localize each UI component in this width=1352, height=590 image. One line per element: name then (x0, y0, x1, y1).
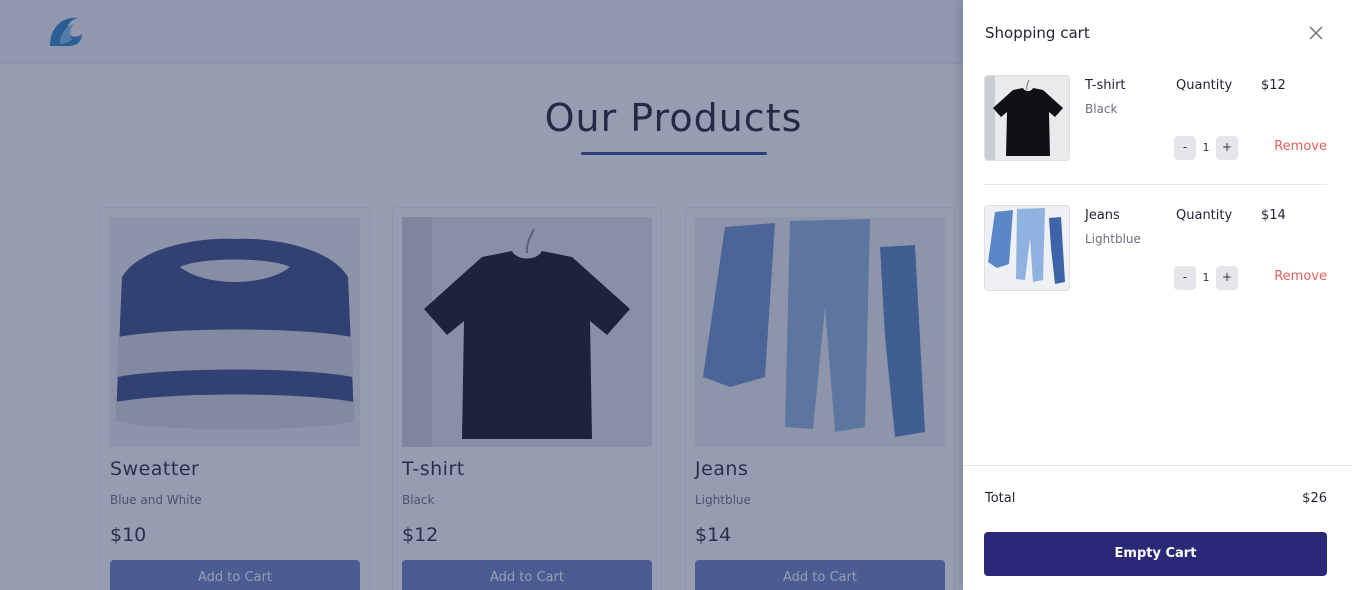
tshirt-thumbnail (984, 75, 1070, 161)
empty-cart-button[interactable]: Empty Cart (984, 532, 1327, 576)
quantity-label: Quantity (1176, 208, 1233, 223)
quantity-value: 1 (1202, 141, 1210, 154)
quantity-stepper: - 1 + (1174, 136, 1238, 160)
jeans-thumbnail (984, 205, 1070, 291)
remove-item-button[interactable]: Remove (1274, 139, 1327, 154)
cart-item-name: Jeans (1085, 208, 1120, 223)
cart-item-price: $12 (1261, 78, 1286, 93)
quantity-label: Quantity (1176, 78, 1233, 93)
increase-quantity-button[interactable]: + (1216, 136, 1238, 160)
shopping-cart-drawer: Shopping cart T-shirt Black Quantity $12… (963, 0, 1352, 590)
total-value: $26 (1302, 491, 1327, 506)
total-label: Total (985, 491, 1016, 506)
remove-item-button[interactable]: Remove (1274, 269, 1327, 284)
cart-footer: Total $26 Empty Cart (963, 465, 1352, 590)
decrease-quantity-button[interactable]: - (1174, 136, 1196, 160)
increase-quantity-button[interactable]: + (1216, 266, 1238, 290)
decrease-quantity-button[interactable]: - (1174, 266, 1196, 290)
quantity-stepper: - 1 + (1174, 266, 1238, 290)
cart-item: Jeans Lightblue Quantity $14 - 1 + Remov… (984, 205, 1327, 315)
cart-item-price: $14 (1261, 208, 1286, 223)
quantity-value: 1 (1202, 271, 1210, 284)
cart-item: T-shirt Black Quantity $12 - 1 + Remove (984, 75, 1327, 185)
cart-title: Shopping cart (985, 24, 1090, 42)
cart-item-name: T-shirt (1085, 78, 1126, 93)
close-icon[interactable] (1305, 22, 1327, 44)
cart-item-color: Black (1085, 102, 1118, 116)
cart-item-color: Lightblue (1085, 232, 1141, 246)
